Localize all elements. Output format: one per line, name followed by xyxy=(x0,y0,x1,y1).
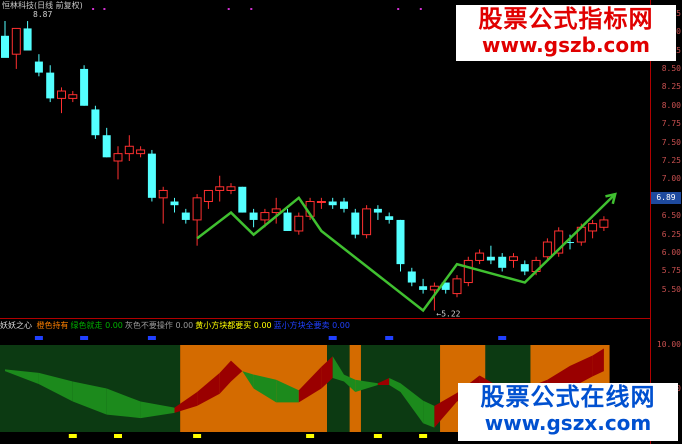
price-tick: 6.00 xyxy=(661,248,681,258)
current-price-badge: 6.89 xyxy=(651,192,681,204)
watermark-bottom-url: www.gszx.com xyxy=(484,411,652,435)
watermark-top: 股票公式指标网 www.gszb.com xyxy=(456,5,676,61)
price-tick: 5.75 xyxy=(661,266,681,276)
indicator-tick: 10.00 xyxy=(656,340,681,349)
watermark-top-url: www.gszb.com xyxy=(482,33,650,57)
price-tick: 7.50 xyxy=(661,137,681,147)
price-tick: 7.00 xyxy=(661,174,681,184)
sell-marker xyxy=(34,336,43,340)
watermark-top-title: 股票公式指标网 xyxy=(478,5,654,33)
price-tick: 5.50 xyxy=(661,284,681,294)
buy-marker xyxy=(68,434,77,438)
price-tick: 8.00 xyxy=(661,100,681,110)
buy-marker xyxy=(373,434,382,438)
sell-marker xyxy=(385,336,394,340)
price-tick: 7.75 xyxy=(661,119,681,129)
indicator-chart[interactable] xyxy=(0,0,650,444)
sell-marker xyxy=(80,336,89,340)
price-tick: 6.50 xyxy=(661,211,681,221)
price-tick: 8.50 xyxy=(661,63,681,73)
buy-marker xyxy=(193,434,202,438)
price-tick: 7.25 xyxy=(661,156,681,165)
sell-marker xyxy=(147,336,156,340)
buy-marker xyxy=(419,434,428,438)
price-tick: 6.25 xyxy=(661,229,681,239)
buy-marker xyxy=(114,434,122,438)
sell-marker xyxy=(328,336,337,340)
price-tick: 8.25 xyxy=(661,82,681,92)
sell-marker xyxy=(498,336,507,340)
buy-marker xyxy=(306,434,315,438)
watermark-bottom-title: 股票公式在线网 xyxy=(480,383,656,411)
watermark-bottom: 股票公式在线网 www.gszx.com xyxy=(458,383,678,441)
